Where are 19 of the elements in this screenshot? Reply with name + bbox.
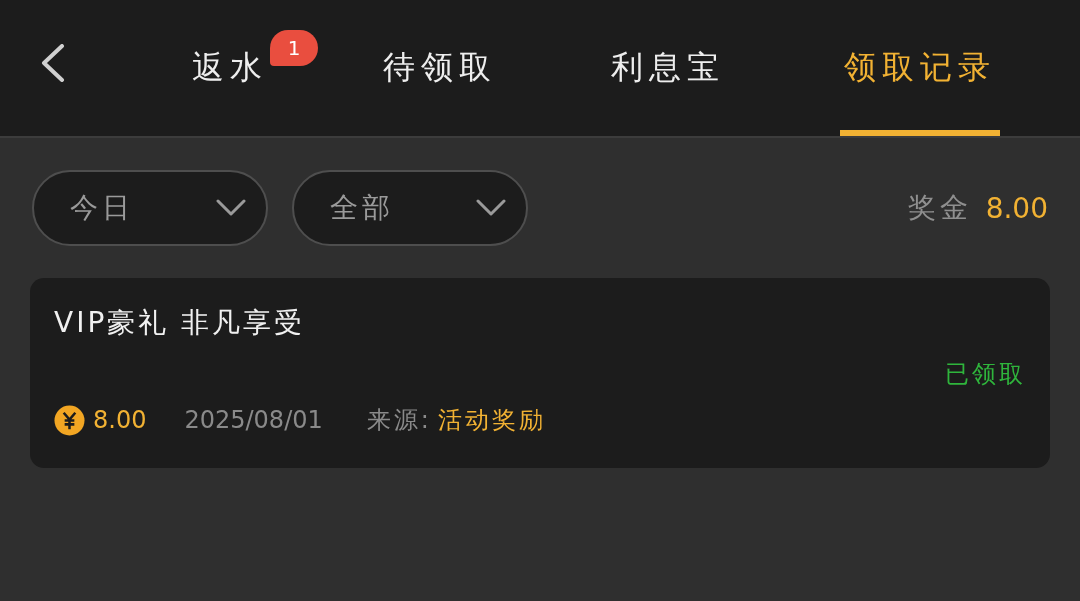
back-icon[interactable] (40, 44, 66, 82)
record-amount: 8.00 (93, 406, 147, 434)
tab[interactable]: 待领取 (383, 46, 497, 90)
dropdown[interactable]: 全部 (292, 170, 528, 246)
record-title: VIP豪礼 非凡享受 (54, 305, 306, 341)
notification-badge: 1 (270, 30, 318, 66)
chevron-down-icon (216, 199, 246, 217)
source-value: 活动奖励 (437, 405, 546, 436)
dropdown[interactable]: 今日 (32, 170, 268, 246)
chevron-down-icon (476, 199, 506, 217)
bonus-amount: 8.00 (985, 191, 1048, 225)
tab[interactable]: 领取记录 (844, 46, 996, 90)
tab[interactable]: 返水 (192, 46, 268, 90)
record-date: 2025/08/01 (184, 406, 323, 434)
source-label: 来源: (366, 405, 432, 436)
coin-icon (54, 404, 85, 436)
tab[interactable]: 利息宝 (611, 46, 725, 90)
status-label: 已领取 (945, 359, 1026, 390)
bonus-label: 奖金 (907, 190, 972, 226)
